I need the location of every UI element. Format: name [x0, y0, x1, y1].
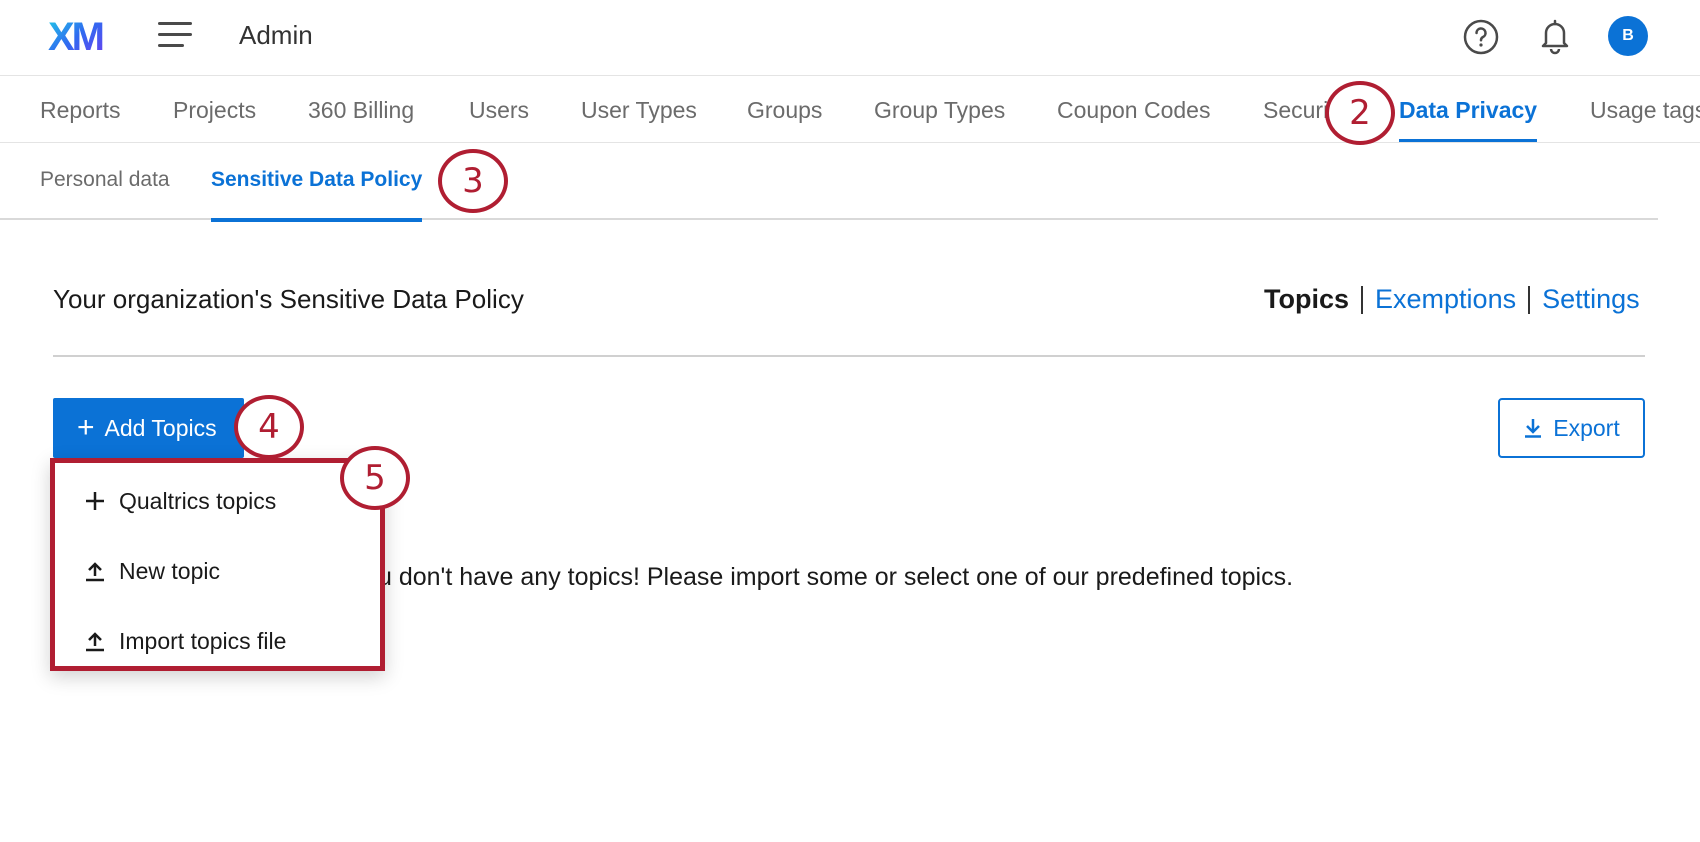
add-topics-button[interactable]: + Add Topics [53, 398, 244, 458]
callout-3: 3 [438, 149, 508, 213]
tab-user-types[interactable]: User Types [581, 77, 697, 142]
menu-item-label: New topic [119, 557, 220, 584]
tab-security[interactable]: Securi [1263, 77, 1328, 142]
svg-text:XM: XM [48, 16, 103, 56]
app-title: Admin [239, 20, 313, 50]
callout-5: 5 [340, 446, 410, 510]
link-settings[interactable]: Settings [1542, 284, 1640, 315]
empty-topics-message: u don't have any topics! Please import s… [378, 563, 1294, 591]
plus-icon [83, 489, 107, 513]
menu-item-new-topic[interactable]: New topic [83, 551, 220, 591]
link-divider [1361, 285, 1364, 314]
subtab-personal-data[interactable]: Personal data [40, 143, 170, 220]
help-icon[interactable] [1463, 19, 1499, 55]
subtab-sensitive-data-policy[interactable]: Sensitive Data Policy [211, 143, 423, 222]
tab-projects[interactable]: Projects [173, 77, 256, 142]
plus-icon: + [77, 411, 95, 444]
tab-group-types[interactable]: Group Types [874, 77, 1005, 142]
menu-item-qualtrics-topics[interactable]: Qualtrics topics [83, 481, 276, 521]
section-links: Topics Exemptions Settings [1264, 284, 1640, 315]
tab-users[interactable]: Users [469, 77, 529, 142]
upload-icon [83, 559, 107, 583]
tab-reports[interactable]: Reports [40, 77, 121, 142]
tab-usage-tags[interactable]: Usage tags [1590, 77, 1700, 142]
export-label: Export [1553, 414, 1620, 441]
xm-logo[interactable]: XM [48, 16, 114, 56]
link-topics[interactable]: Topics [1264, 284, 1349, 315]
avatar[interactable]: B [1608, 16, 1648, 56]
data-privacy-subtabs: Personal data Sensitive Data Policy [0, 143, 1658, 222]
tab-data-privacy[interactable]: Data Privacy [1399, 77, 1538, 142]
callout-4: 4 [234, 395, 304, 459]
download-icon [1525, 419, 1542, 438]
bell-icon[interactable] [1538, 17, 1572, 55]
admin-tabs: Reports Projects 360 Billing Users User … [0, 77, 1700, 143]
menu-icon[interactable] [158, 22, 194, 50]
link-exemptions[interactable]: Exemptions [1375, 284, 1516, 315]
tab-groups[interactable]: Groups [747, 77, 822, 142]
export-button[interactable]: Export [1498, 398, 1645, 458]
tab-360-billing[interactable]: 360 Billing [308, 77, 414, 142]
section-title: Your organization's Sensitive Data Polic… [53, 284, 524, 314]
menu-item-label: Qualtrics topics [119, 487, 277, 514]
upload-icon [83, 629, 107, 653]
add-topics-menu: Qualtrics topics New topic Import topics… [50, 458, 385, 671]
link-divider [1528, 285, 1531, 314]
top-bar: XM Admin B [0, 0, 1700, 76]
tab-coupon-codes[interactable]: Coupon Codes [1057, 77, 1210, 142]
menu-item-label: Import topics file [119, 627, 287, 654]
menu-item-import-topics-file[interactable]: Import topics file [83, 621, 286, 661]
callout-2: 2 [1325, 81, 1395, 145]
add-topics-label: Add Topics [104, 414, 217, 441]
section-divider [53, 355, 1645, 357]
